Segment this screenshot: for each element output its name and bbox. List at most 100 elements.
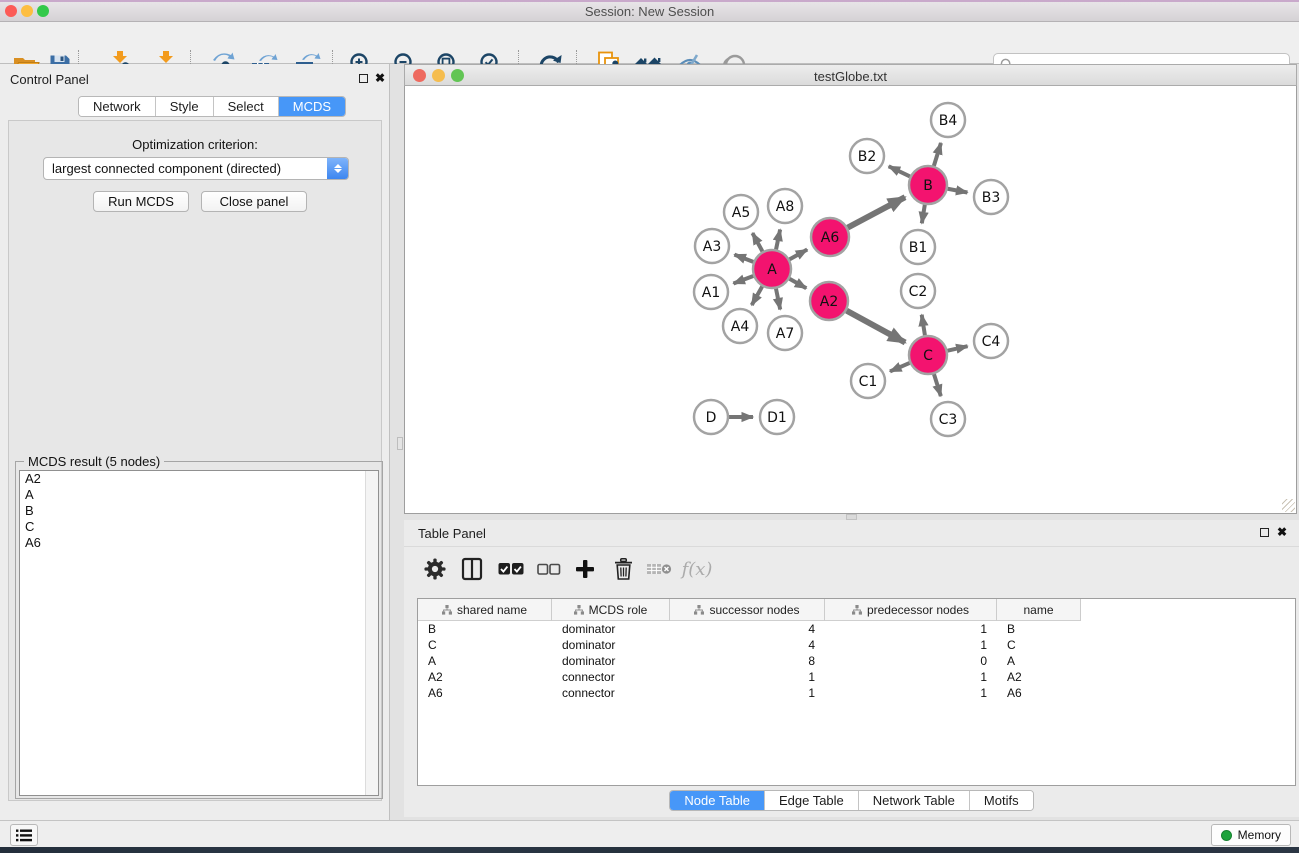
table-cell[interactable]: A6 xyxy=(418,685,552,701)
select-all-columns-button[interactable] xyxy=(494,552,528,586)
table-cell[interactable]: A6 xyxy=(997,685,1081,701)
table-cell[interactable]: dominator xyxy=(552,637,670,653)
float-panel-icon[interactable] xyxy=(359,74,368,83)
graph-node-C1[interactable]: C1 xyxy=(851,364,885,398)
graph-node-A1[interactable]: A1 xyxy=(694,275,728,309)
table-row[interactable]: A2connector11A2 xyxy=(418,669,1081,685)
delete-column-button[interactable] xyxy=(606,552,640,586)
graph-node-C2[interactable]: C2 xyxy=(901,274,935,308)
memory-button[interactable]: Memory xyxy=(1211,824,1291,846)
table-cell[interactable]: A2 xyxy=(997,669,1081,685)
table-settings-button[interactable] xyxy=(418,552,452,586)
graph-edge-B-B3[interactable] xyxy=(948,189,968,193)
table-cell[interactable]: 4 xyxy=(670,637,825,653)
mcds-result-item[interactable]: A2 xyxy=(20,471,378,487)
column-header-name[interactable]: name xyxy=(997,599,1081,621)
graph-edge-A2-C[interactable] xyxy=(847,311,906,343)
tab-select[interactable]: Select xyxy=(214,97,279,116)
table-row[interactable]: Cdominator41C xyxy=(418,637,1081,653)
table-cell[interactable]: 1 xyxy=(825,685,997,701)
table-cell[interactable]: dominator xyxy=(552,653,670,669)
graph-node-A8[interactable]: A8 xyxy=(768,189,802,223)
table-cell[interactable]: A xyxy=(997,653,1081,669)
tab-motifs[interactable]: Motifs xyxy=(970,791,1033,810)
tab-style[interactable]: Style xyxy=(156,97,214,116)
graph-edge-B-B2[interactable] xyxy=(889,166,910,176)
graph-node-B4[interactable]: B4 xyxy=(931,103,965,137)
table-cell[interactable]: connector xyxy=(552,685,670,701)
table-cell[interactable]: dominator xyxy=(552,621,670,637)
graph-edge-A6-B[interactable] xyxy=(848,197,905,227)
graph-edge-C-C1[interactable] xyxy=(890,363,910,372)
graph-node-A6[interactable]: A6 xyxy=(811,218,849,256)
table-cell[interactable]: 1 xyxy=(825,637,997,653)
task-history-button[interactable] xyxy=(10,824,38,846)
column-header-successor-nodes[interactable]: successor nodes xyxy=(670,599,825,621)
tab-network[interactable]: Network xyxy=(79,97,156,116)
graph-node-A[interactable]: A xyxy=(753,250,791,288)
column-header-predecessor-nodes[interactable]: predecessor nodes xyxy=(825,599,997,621)
graph-node-C4[interactable]: C4 xyxy=(974,324,1008,358)
window-resize-grip[interactable] xyxy=(1282,499,1295,512)
criterion-dropdown[interactable]: largest connected component (directed) xyxy=(43,157,349,180)
delete-table-button[interactable] xyxy=(642,552,676,586)
table-cell[interactable]: C xyxy=(997,637,1081,653)
table-cell[interactable]: B xyxy=(418,621,552,637)
graph-edge-A-A4[interactable] xyxy=(752,286,762,305)
add-column-button[interactable] xyxy=(568,552,602,586)
table-row[interactable]: Adominator80A xyxy=(418,653,1081,669)
graph-node-A3[interactable]: A3 xyxy=(695,229,729,263)
graph-node-A7[interactable]: A7 xyxy=(768,316,802,350)
run-mcds-button[interactable]: Run MCDS xyxy=(93,191,189,212)
table-cell[interactable]: 1 xyxy=(825,621,997,637)
tab-network-table[interactable]: Network Table xyxy=(859,791,970,810)
graph-edge-A-A6[interactable] xyxy=(790,250,808,260)
table-cell[interactable]: 1 xyxy=(825,669,997,685)
graph-edge-A-A7[interactable] xyxy=(776,289,780,310)
mcds-result-item[interactable]: A xyxy=(20,487,378,503)
graph-node-B1[interactable]: B1 xyxy=(901,230,935,264)
table-cell[interactable]: A2 xyxy=(418,669,552,685)
network-window-titlebar[interactable]: testGlobe.txt xyxy=(404,64,1297,86)
graph-node-D1[interactable]: D1 xyxy=(760,400,794,434)
table-cell[interactable]: C xyxy=(418,637,552,653)
table-float-icon[interactable] xyxy=(1260,528,1269,537)
mcds-result-item[interactable]: C xyxy=(20,519,378,535)
table-cell[interactable]: 4 xyxy=(670,621,825,637)
mcds-result-item[interactable]: A6 xyxy=(20,535,378,551)
table-row[interactable]: Bdominator41B xyxy=(418,621,1081,637)
table-cell[interactable]: 1 xyxy=(670,669,825,685)
graph-edge-C-C2[interactable] xyxy=(922,315,925,336)
apply-function-button[interactable]: f(x) xyxy=(680,552,714,586)
column-header-shared-name[interactable]: shared name xyxy=(418,599,552,621)
tab-node-table[interactable]: Node Table xyxy=(670,791,765,810)
table-cell[interactable]: 1 xyxy=(670,685,825,701)
divider-grip[interactable] xyxy=(397,437,403,450)
graph-node-B[interactable]: B xyxy=(909,166,947,204)
graph-node-C3[interactable]: C3 xyxy=(931,402,965,436)
close-panel-icon[interactable]: ✖ xyxy=(375,71,385,85)
mcds-result-item[interactable]: B xyxy=(20,503,378,519)
result-list-scrollbar[interactable] xyxy=(365,471,378,795)
graph-node-C[interactable]: C xyxy=(909,336,947,374)
tab-mcds[interactable]: MCDS xyxy=(279,97,345,116)
graph-edge-A-A3[interactable] xyxy=(734,255,753,262)
graph-edge-C-C4[interactable] xyxy=(948,346,968,350)
graph-edge-B-B4[interactable] xyxy=(934,143,941,166)
column-header-MCDS-role[interactable]: MCDS role xyxy=(552,599,670,621)
graph-edge-A-A8[interactable] xyxy=(776,230,780,250)
table-cell[interactable]: 8 xyxy=(670,653,825,669)
graph-node-B3[interactable]: B3 xyxy=(974,180,1008,214)
graph-edge-A-A2[interactable] xyxy=(789,279,806,288)
graph-node-A2[interactable]: A2 xyxy=(810,282,848,320)
graph-edge-A-A1[interactable] xyxy=(733,276,753,283)
close-panel-button[interactable]: Close panel xyxy=(201,191,307,212)
graph-node-D[interactable]: D xyxy=(694,400,728,434)
graph-node-A4[interactable]: A4 xyxy=(723,309,757,343)
table-cell[interactable]: A xyxy=(418,653,552,669)
table-row[interactable]: A6connector11A6 xyxy=(418,685,1081,701)
graph-edge-B-B1[interactable] xyxy=(922,205,925,224)
mcds-result-list[interactable]: A2ABCA6 xyxy=(19,470,379,796)
unselect-all-columns-button[interactable] xyxy=(532,552,566,586)
graph-node-A5[interactable]: A5 xyxy=(724,195,758,229)
